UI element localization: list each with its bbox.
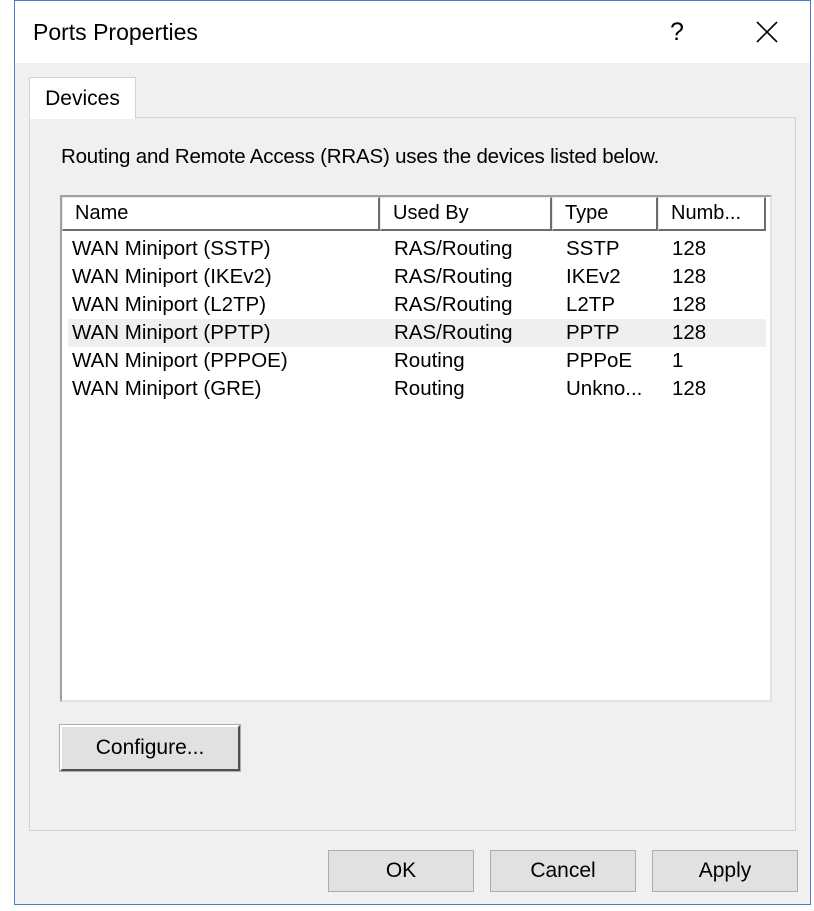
window-title: Ports Properties	[33, 19, 198, 45]
device-row-l2tp[interactable]: WAN Miniport (L2TP) RAS/Routing L2TP 128	[68, 291, 766, 319]
device-name: WAN Miniport (PPTP)	[72, 321, 271, 344]
devices-description: Routing and Remote Access (RRAS) uses th…	[61, 145, 660, 168]
device-row-ikev2[interactable]: WAN Miniport (IKEv2) RAS/Routing IKEv2 1…	[68, 263, 766, 291]
device-name: WAN Miniport (SSTP)	[72, 237, 271, 260]
column-header-used-by[interactable]: Used By	[380, 197, 552, 231]
configure-button[interactable]: Configure...	[59, 724, 241, 772]
device-name: WAN Miniport (L2TP)	[72, 293, 267, 316]
ports-properties-dialog: Ports Properties ? Devices Routing and R…	[14, 0, 811, 905]
help-button[interactable]: ?	[649, 1, 705, 63]
device-row-gre[interactable]: WAN Miniport (GRE) Routing Unkno... 128	[68, 375, 766, 403]
device-type: Unkno...	[566, 377, 643, 400]
device-number: 128	[672, 377, 707, 400]
device-used-by: Routing	[394, 349, 465, 372]
device-number: 128	[672, 237, 707, 260]
close-icon	[756, 21, 778, 43]
column-header-number[interactable]: Numb...	[658, 197, 766, 231]
devices-tab-panel: Routing and Remote Access (RRAS) uses th…	[29, 117, 796, 831]
device-type: L2TP	[566, 293, 615, 316]
device-number: 1	[672, 349, 684, 372]
tab-devices[interactable]: Devices	[29, 77, 136, 119]
device-row-pppoe[interactable]: WAN Miniport (PPPOE) Routing PPPoE 1	[68, 347, 766, 375]
cancel-button[interactable]: Cancel	[490, 850, 636, 892]
ok-button[interactable]: OK	[328, 850, 474, 892]
device-type: IKEv2	[566, 265, 621, 288]
device-used-by: RAS/Routing	[394, 321, 513, 344]
close-button[interactable]	[739, 1, 795, 63]
title-bar: Ports Properties ?	[15, 1, 810, 63]
device-number: 128	[672, 293, 707, 316]
device-number: 128	[672, 321, 707, 344]
device-used-by: RAS/Routing	[394, 293, 513, 316]
device-used-by: RAS/Routing	[394, 265, 513, 288]
devices-list[interactable]: Name Used By Type Numb... WAN Miniport (…	[60, 195, 772, 702]
device-number: 128	[672, 265, 707, 288]
device-name: WAN Miniport (PPPOE)	[72, 349, 288, 372]
device-type: PPTP	[566, 321, 620, 344]
column-header-name[interactable]: Name	[62, 197, 380, 231]
device-used-by: RAS/Routing	[394, 237, 513, 260]
device-type: SSTP	[566, 237, 620, 260]
device-type: PPPoE	[566, 349, 633, 372]
device-name: WAN Miniport (IKEv2)	[72, 265, 272, 288]
apply-button[interactable]: Apply	[652, 850, 798, 892]
device-name: WAN Miniport (GRE)	[72, 377, 262, 400]
list-header: Name Used By Type Numb...	[62, 197, 770, 231]
column-header-type[interactable]: Type	[552, 197, 658, 231]
device-row-pptp[interactable]: WAN Miniport (PPTP) RAS/Routing PPTP 128	[68, 319, 766, 347]
device-used-by: Routing	[394, 377, 465, 400]
device-row-sstp[interactable]: WAN Miniport (SSTP) RAS/Routing SSTP 128	[68, 235, 766, 263]
